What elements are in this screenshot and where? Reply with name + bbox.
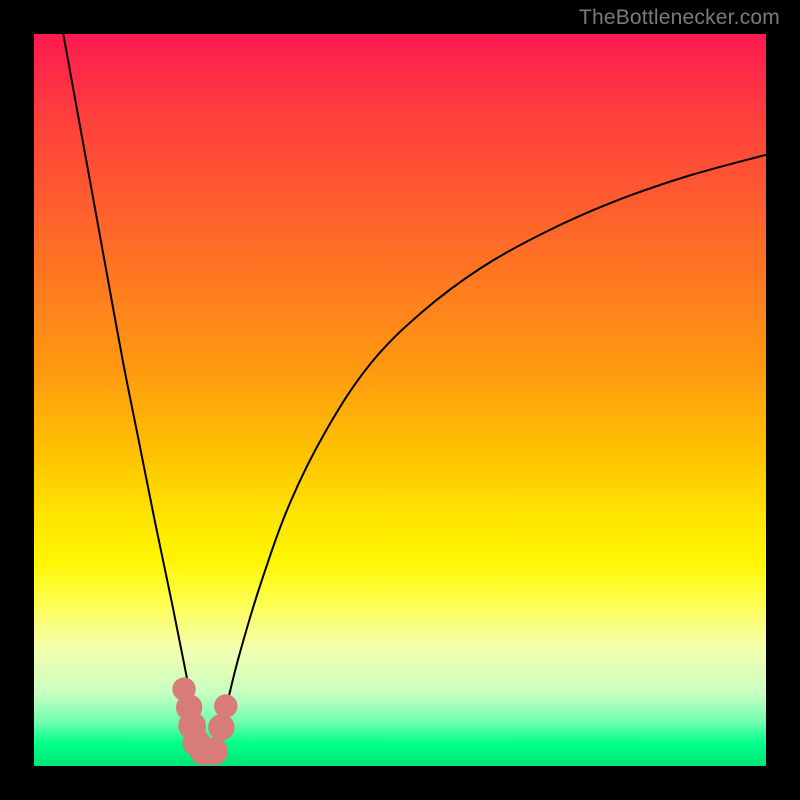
curves-svg [34, 34, 766, 766]
data-marker [208, 714, 234, 740]
chart-frame: TheBottlenecker.com [0, 0, 800, 800]
curve-right-branch [214, 155, 766, 752]
plot-area [34, 34, 766, 766]
curve-left-branch [63, 34, 204, 751]
data-marker [214, 694, 237, 717]
data-marker [200, 737, 228, 765]
watermark-text: TheBottlenecker.com [579, 6, 780, 30]
marker-group [172, 677, 237, 765]
